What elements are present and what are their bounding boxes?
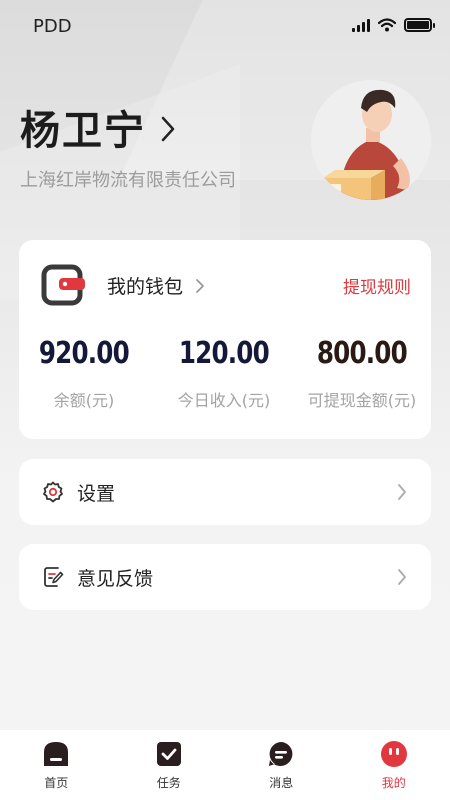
settings-label: 设置 <box>77 482 116 505</box>
carrier-label: PDD <box>33 16 72 37</box>
task-icon <box>156 742 181 766</box>
withdrawable-label: 可提现金额(元) <box>307 391 417 410</box>
wallet-card: 我的钱包 提现规则 920.00 余额(元) 120.00 今日收入(元) 80… <box>19 240 431 439</box>
status-icons <box>352 18 435 32</box>
settings-item[interactable]: 设置 <box>19 459 431 525</box>
chevron-right-icon <box>398 569 406 585</box>
withdraw-rules-link[interactable]: 提现规则 <box>343 273 411 298</box>
tab-home[interactable]: 首页 <box>0 730 113 800</box>
chevron-right-icon <box>398 484 406 500</box>
courier-illustration <box>311 80 431 200</box>
tab-task[interactable]: 任务 <box>113 730 226 800</box>
withdrawable-value: 800.00 <box>316 336 408 371</box>
tab-message-label: 消息 <box>269 776 294 790</box>
profile-name-link[interactable]: 杨卫宁 <box>20 98 236 156</box>
battery-icon <box>404 18 435 32</box>
feedback-label: 意见反馈 <box>77 567 154 590</box>
tab-mine[interactable]: 我的 <box>338 730 450 800</box>
company-name: 上海红岸物流有限责任公司 <box>20 170 236 191</box>
signal-icon <box>352 18 370 32</box>
today-income-stat: 120.00 今日收入(元) <box>149 336 299 411</box>
balance-stat: 920.00 余额(元) <box>9 336 159 411</box>
message-icon <box>269 742 293 766</box>
chevron-right-icon <box>196 278 204 293</box>
wallet-icon <box>41 264 85 306</box>
balance-label: 余额(元) <box>53 391 115 410</box>
my-wallet-link[interactable]: 我的钱包 <box>107 272 205 299</box>
chevron-right-icon <box>161 116 175 142</box>
feedback-item[interactable]: 意见反馈 <box>19 544 431 610</box>
wifi-icon <box>378 18 396 32</box>
withdrawable-stat: 800.00 可提现金额(元) <box>287 336 437 411</box>
user-name: 杨卫宁 <box>20 108 146 154</box>
bottom-tab-bar: 首页 任务 消息 我的 <box>0 730 450 800</box>
wallet-title: 我的钱包 <box>107 276 184 298</box>
tab-home-label: 首页 <box>44 776 69 790</box>
feedback-icon <box>44 567 64 587</box>
balance-value: 920.00 <box>38 336 130 371</box>
tab-message[interactable]: 消息 <box>225 730 338 800</box>
today-income-value: 120.00 <box>178 336 270 371</box>
status-bar: PDD <box>0 0 450 50</box>
profile-header: 杨卫宁 上海红岸物流有限责任公司 <box>20 98 236 192</box>
tab-mine-label: 我的 <box>381 776 406 790</box>
today-income-label: 今日收入(元) <box>177 391 271 410</box>
avatar[interactable] <box>311 80 431 200</box>
profile-icon <box>380 741 407 767</box>
home-icon <box>44 742 69 766</box>
gear-icon <box>43 481 63 503</box>
tab-task-label: 任务 <box>156 776 181 790</box>
